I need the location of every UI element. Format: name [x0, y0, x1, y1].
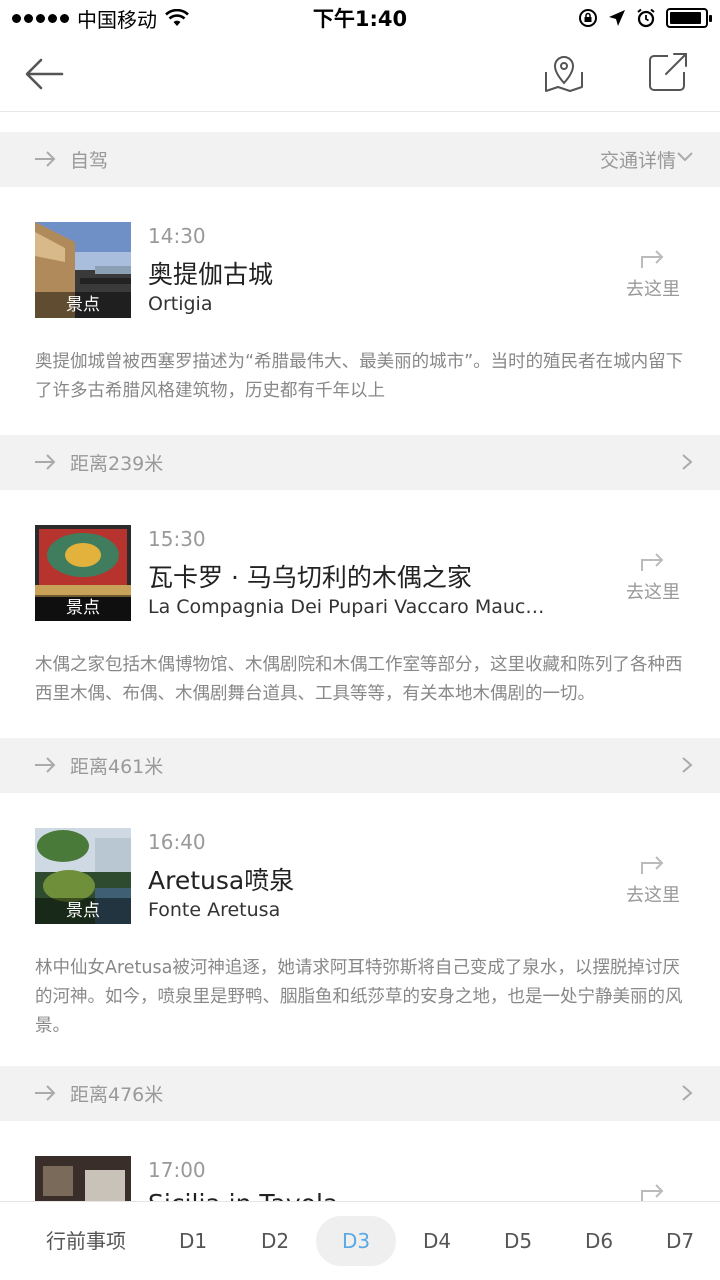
transit-row[interactable]: 距离461米 [0, 738, 720, 793]
wifi-icon [165, 9, 189, 26]
arrow-right-icon [35, 757, 56, 773]
chevron-down-icon[interactable] [676, 150, 694, 164]
stop-thumbnail [35, 1156, 131, 1201]
stop-name[interactable]: Aretusa喷泉 [148, 861, 294, 897]
go-here-label: 去这里 [626, 885, 680, 906]
transit-label: 自驾 [70, 150, 109, 172]
go-here-button[interactable]: 去这里 [612, 851, 694, 907]
transit-row[interactable]: 距离239米 [0, 435, 720, 490]
stop-type-tag: 景点 [35, 898, 131, 924]
stop-name[interactable]: 奥提伽古城 [148, 255, 273, 291]
stop-card[interactable]: 景点 16:40 Aretusa喷泉 Fonte Aretusa 去这里 林中仙… [0, 793, 720, 1066]
turn-arrow-icon [641, 856, 664, 874]
arrow-right-icon [35, 1085, 56, 1101]
arrow-right-icon [35, 454, 56, 470]
stop-time: 15:30 [148, 527, 206, 551]
stop-thumbnail: 景点 [35, 525, 131, 621]
go-here-label: 去这里 [626, 279, 680, 300]
stop-card[interactable]: 景点 14:30 奥提伽古城 Ortigia 去这里 奥提伽城曾被西塞罗描述为“… [0, 187, 720, 435]
rotation-lock-icon [579, 9, 597, 27]
stop-subtitle: Ortigia [148, 293, 213, 315]
stop-type-tag: 景点 [35, 292, 131, 318]
chevron-right-icon[interactable] [680, 453, 694, 471]
tab-d4[interactable]: D4 [398, 1216, 476, 1266]
transit-row[interactable]: 自驾 交通详情 [0, 132, 720, 187]
tab-d5[interactable]: D5 [479, 1216, 557, 1266]
status-left: 中国移动 [12, 4, 189, 33]
tab-d3[interactable]: D3 [316, 1216, 396, 1266]
stop-thumbnail: 景点 [35, 828, 131, 924]
stop-description: 林中仙女Aretusa被河神追逐，她请求阿耳特弥斯将自己变成了泉水，以摆脱掉讨厌… [35, 958, 683, 1036]
tab-d6[interactable]: D6 [560, 1216, 638, 1266]
go-here-button[interactable]: 去这里 [612, 245, 694, 301]
stop-card[interactable]: 景点 15:30 瓦卡罗 · 马乌切利的木偶之家 La Compagnia De… [0, 490, 720, 738]
transit-row[interactable]: 距离476米 [0, 1066, 720, 1121]
restaurant-photo-image [35, 1156, 131, 1201]
signal-dots-icon [12, 13, 69, 23]
tab-d7[interactable]: D7 [641, 1216, 719, 1266]
turn-arrow-icon [641, 250, 664, 268]
stop-subtitle: Fonte Aretusa [148, 899, 281, 921]
transit-label: 距离476米 [70, 1084, 164, 1106]
stop-time: 14:30 [148, 224, 206, 248]
go-here-button[interactable] [612, 1179, 694, 1201]
stop-description: 奥提伽城曾被西塞罗描述为“希腊最伟大、最美丽的城市”。当时的殖民者在城内留下了许… [35, 352, 684, 401]
go-here-button[interactable]: 去这里 [612, 548, 694, 604]
arrow-left-icon[interactable] [22, 54, 66, 94]
stop-time: 16:40 [148, 830, 206, 854]
stop-thumbnail: 景点 [35, 222, 131, 318]
chevron-right-icon[interactable] [680, 756, 694, 774]
itinerary-list[interactable]: 自驾 交通详情 景点 14:30 奥提伽古城 Ortigia 去这里 奥提伽城曾… [0, 113, 720, 1201]
location-arrow-icon [609, 10, 625, 26]
transit-detail-link[interactable]: 交通详情 [600, 146, 676, 173]
map-pin-icon[interactable] [542, 50, 586, 94]
chevron-right-icon[interactable] [680, 1084, 694, 1102]
stop-type-tag: 景点 [35, 595, 131, 621]
go-here-label: 去这里 [626, 582, 680, 603]
arrow-right-icon [35, 151, 56, 167]
tab-d1[interactable]: D1 [154, 1216, 232, 1266]
status-right [578, 8, 712, 28]
turn-arrow-icon [641, 1184, 664, 1201]
share-icon[interactable] [646, 50, 690, 94]
stop-subtitle: La Compagnia Dei Pupari Vaccaro Mauc… [148, 596, 545, 618]
stop-card[interactable]: 17:00 Sicilia in Tavola [0, 1121, 720, 1201]
carrier-label: 中国移动 [77, 7, 157, 32]
transit-label: 距离461米 [70, 756, 164, 778]
tab-d2[interactable]: D2 [236, 1216, 314, 1266]
stop-description: 木偶之家包括木偶博物馆、木偶剧院和木偶工作室等部分，这里收藏和陈列了各种西西里木… [35, 655, 683, 704]
stop-name[interactable]: Sicilia in Tavola [148, 1189, 338, 1201]
stop-name[interactable]: 瓦卡罗 · 马乌切利的木偶之家 [148, 558, 472, 594]
stop-time: 17:00 [148, 1158, 206, 1182]
alarm-icon [637, 8, 655, 28]
turn-arrow-icon [641, 553, 664, 571]
top-nav-bar [0, 36, 720, 112]
tab-pre-trip[interactable]: 行前事项 [30, 1216, 142, 1266]
day-tab-bar: 行前事项 D1 D2 D3 D4 D5 D6 D7 [0, 1201, 720, 1280]
status-bar: 中国移动 下午1:40 [0, 0, 720, 36]
transit-label: 距离239米 [70, 453, 164, 475]
battery-icon [666, 8, 712, 28]
